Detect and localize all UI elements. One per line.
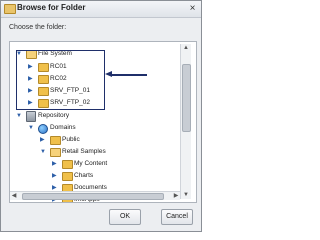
highlight-box bbox=[16, 50, 105, 110]
vertical-scrollbar[interactable]: ▲ ▼ bbox=[180, 44, 191, 199]
scroll-down-icon[interactable]: ▼ bbox=[182, 191, 190, 199]
collapse-triangle-icon[interactable]: ▼ bbox=[40, 149, 46, 155]
tree-item-repository[interactable]: ▼ Repository bbox=[16, 111, 186, 122]
tree-item-retail-samples[interactable]: ▼ Retail Samples bbox=[40, 147, 186, 157]
tree-item-label: Public bbox=[62, 136, 80, 143]
expand-triangle-icon[interactable]: ▶ bbox=[52, 173, 57, 179]
cancel-button[interactable]: Cancel bbox=[161, 209, 193, 225]
dialog-title: Browse for Folder bbox=[17, 3, 86, 12]
folder-open-icon bbox=[50, 148, 61, 157]
vertical-scroll-thumb[interactable] bbox=[182, 64, 191, 132]
tree-item-my-content[interactable]: ▶ My Content bbox=[52, 159, 186, 169]
tree-item-label: Charts bbox=[74, 172, 94, 179]
expand-triangle-icon[interactable]: ▶ bbox=[52, 161, 57, 167]
horizontal-scroll-thumb[interactable] bbox=[22, 193, 164, 200]
collapse-triangle-icon[interactable]: ▼ bbox=[28, 125, 34, 131]
tree-item-label: Domains bbox=[50, 124, 76, 131]
repository-icon bbox=[26, 111, 36, 122]
expand-triangle-icon[interactable]: ▶ bbox=[40, 137, 45, 143]
browse-for-folder-dialog: Browse for Folder × Choose the folder: ▼… bbox=[0, 0, 202, 232]
annotation-arrow bbox=[111, 74, 147, 76]
tree-item-label: Repository bbox=[38, 112, 70, 119]
folder-icon bbox=[62, 160, 73, 169]
choose-folder-prompt: Choose the folder: bbox=[9, 24, 67, 31]
folder-icon bbox=[4, 4, 16, 14]
close-button[interactable]: × bbox=[187, 3, 198, 14]
globe-icon bbox=[38, 124, 48, 134]
ok-button[interactable]: OK bbox=[109, 209, 141, 225]
folder-icon bbox=[50, 136, 61, 145]
tree-item-domains[interactable]: ▼ Domains bbox=[28, 123, 186, 134]
tree-item-label: Retail Samples bbox=[62, 148, 106, 155]
scroll-left-icon[interactable]: ◀ bbox=[10, 192, 18, 200]
horizontal-scrollbar[interactable]: ◀ ▶ bbox=[10, 191, 180, 200]
tree-item-charts[interactable]: ▶ Charts bbox=[52, 171, 186, 181]
folder-icon bbox=[62, 172, 73, 181]
tree-item-public[interactable]: ▶ Public bbox=[40, 135, 186, 145]
scroll-right-icon[interactable]: ▶ bbox=[172, 192, 180, 200]
title-bar: Browse for Folder × bbox=[1, 1, 201, 18]
tree-item-label: My Content bbox=[74, 160, 108, 167]
collapse-triangle-icon[interactable]: ▼ bbox=[16, 113, 22, 119]
scroll-up-icon[interactable]: ▲ bbox=[182, 44, 190, 52]
